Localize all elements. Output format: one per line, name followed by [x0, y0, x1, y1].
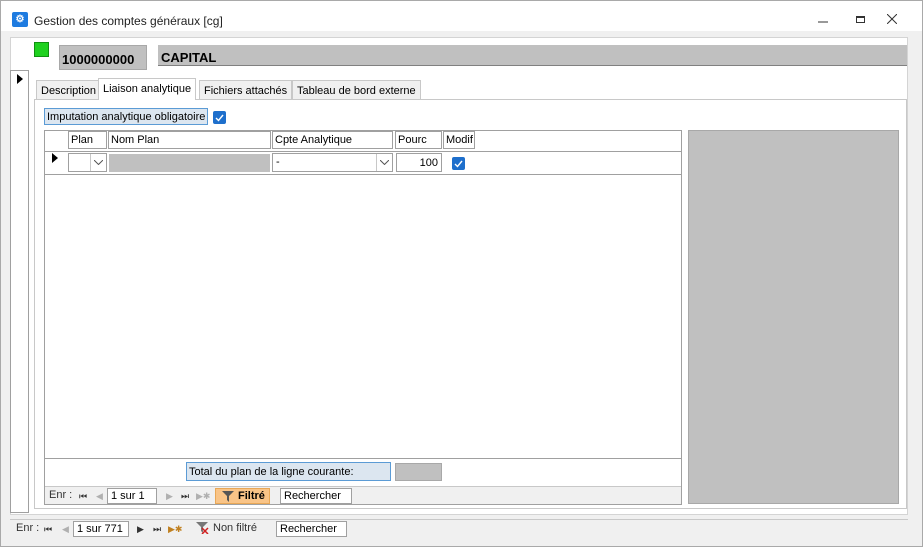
grid-header-divider [45, 151, 681, 152]
col-header-nom-plan[interactable]: Nom Plan [108, 131, 271, 149]
side-panel [688, 130, 899, 504]
subform-record-position[interactable]: 1 sur 1 [107, 488, 157, 504]
new-record-icon[interactable]: ▶✱ [196, 491, 210, 502]
funnel-off-icon [196, 522, 209, 534]
tab-fichiers-attaches[interactable]: Fichiers attachés [199, 80, 293, 99]
col-header-modif[interactable]: Modif [443, 131, 475, 149]
col-header-pourc[interactable]: Pourc [395, 131, 442, 149]
form-record-label: Enr : [16, 522, 40, 534]
account-code-field[interactable]: 1000000000 [59, 45, 147, 70]
modif-checkbox[interactable] [452, 157, 465, 170]
tab-liaison-analytique[interactable]: Liaison analytique [98, 78, 197, 100]
analytic-grid [44, 130, 682, 505]
total-value [395, 463, 442, 481]
tab-tableau-de-bord-externe[interactable]: Tableau de bord externe [292, 80, 421, 99]
form-search-input[interactable]: Rechercher [276, 521, 347, 537]
window-title: Gestion des comptes généraux [cg] [34, 14, 223, 28]
next-record-icon[interactable]: ▶ [137, 524, 144, 535]
cpte-analytique-combo[interactable]: - [272, 153, 393, 172]
status-indicator [34, 42, 49, 57]
plan-combo[interactable] [68, 153, 107, 172]
row-selector-icon[interactable] [52, 153, 58, 163]
new-record-icon[interactable]: ▶✱ [168, 524, 182, 535]
close-icon [887, 14, 897, 24]
subform-record-label: Enr : [49, 489, 73, 501]
minimize-button[interactable] [809, 9, 837, 29]
col-header-plan[interactable]: Plan [68, 131, 107, 149]
filter-label: Filtré [238, 490, 265, 502]
imputation-label: Imputation analytique obligatoire [44, 108, 208, 125]
form-navigation-bar: Enr : ⏮ ◀ 1 sur 771 ▶ ⏭ ▶✱ Non filtré Re… [10, 519, 908, 537]
col-header-cpte-analytique[interactable]: Cpte Analytique [272, 131, 393, 149]
last-record-icon[interactable]: ⏭ [153, 524, 161, 535]
form-record-position[interactable]: 1 sur 771 [73, 521, 129, 537]
checkmark-icon [454, 160, 463, 168]
maximize-button[interactable] [846, 9, 874, 29]
tab-description[interactable]: Description [36, 80, 102, 99]
pourc-cell[interactable]: 100 [396, 153, 442, 172]
restore-icon [855, 16, 865, 23]
current-record-icon [17, 74, 23, 84]
last-record-icon[interactable]: ⏭ [181, 491, 189, 502]
previous-record-icon[interactable]: ◀ [62, 524, 69, 535]
cpte-analytique-value: - [276, 156, 280, 168]
subform-navigation-bar: Enr : ⏮ ◀ 1 sur 1 ▶ ⏭ ▶✱ Filtré Recherch… [45, 486, 681, 504]
funnel-icon [222, 491, 234, 502]
grid-row-divider [45, 174, 681, 175]
chevron-down-icon[interactable] [90, 154, 106, 171]
first-record-icon[interactable]: ⏮ [79, 491, 87, 502]
previous-record-icon[interactable]: ◀ [96, 491, 103, 502]
nom-plan-cell [109, 154, 270, 172]
first-record-icon[interactable]: ⏮ [44, 524, 52, 535]
imputation-checkbox[interactable] [213, 111, 226, 124]
record-selector[interactable] [10, 70, 29, 513]
app-window: ⚙ Gestion des comptes généraux [cg] 1000… [0, 0, 923, 547]
no-filter-label: Non filtré [213, 522, 258, 534]
total-label: Total du plan de la ligne courante: [186, 462, 391, 481]
title-bar: ⚙ Gestion des comptes généraux [cg] [1, 1, 922, 31]
divider [158, 65, 907, 66]
account-name-field[interactable]: CAPITAL [158, 45, 907, 65]
chevron-down-icon[interactable] [376, 154, 392, 171]
close-button[interactable] [878, 9, 906, 29]
next-record-icon[interactable]: ▶ [166, 491, 173, 502]
checkmark-icon [215, 114, 224, 122]
app-icon: ⚙ [12, 12, 28, 27]
subform-search-input[interactable]: Rechercher [280, 488, 352, 504]
no-filter-toggle[interactable]: Non filtré [196, 522, 257, 534]
filter-toggle[interactable]: Filtré [215, 488, 270, 504]
minimize-icon [818, 21, 828, 23]
